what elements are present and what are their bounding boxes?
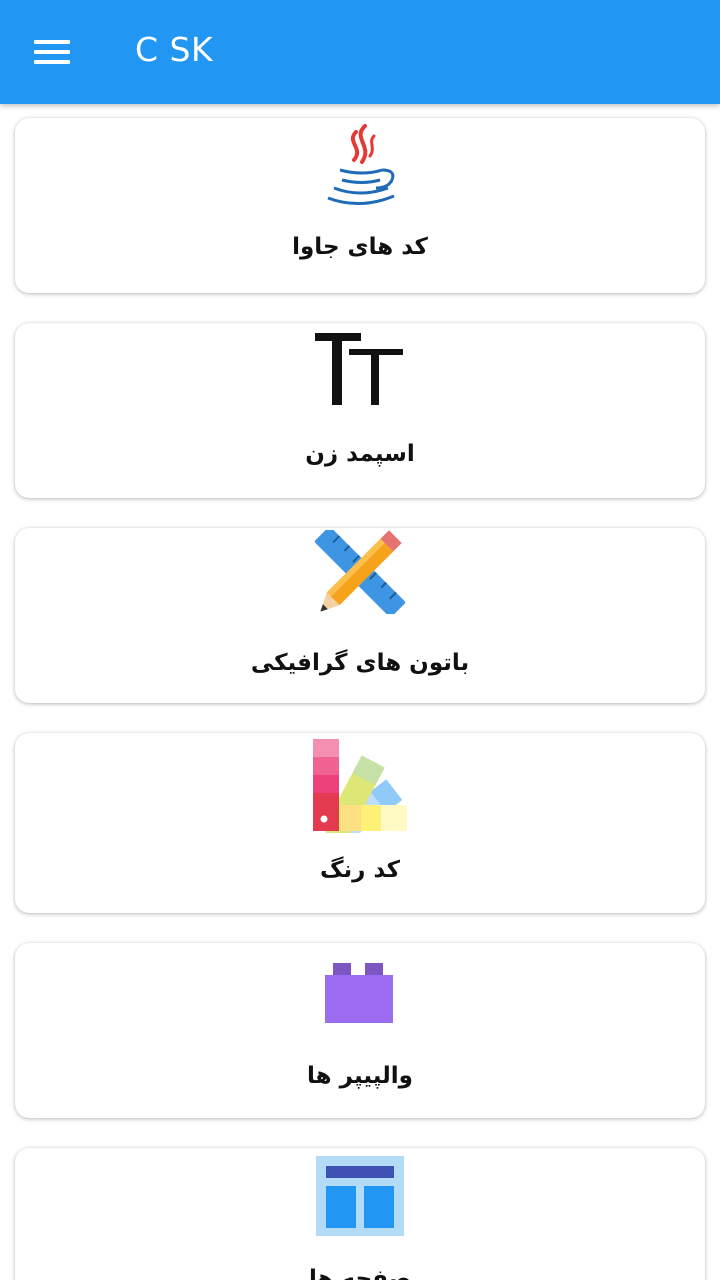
app-bar: C SK bbox=[0, 0, 720, 104]
card-label: کد رنگ bbox=[319, 857, 401, 883]
card-pages[interactable]: صفحه ها bbox=[15, 1148, 705, 1280]
lego-block-icon bbox=[325, 963, 393, 1023]
pencil-ruler-icon bbox=[315, 530, 405, 614]
app-title: C SK bbox=[135, 30, 214, 69]
category-list[interactable]: کد های جاوا اسپمد زن باتون های گرافیکی ک… bbox=[0, 104, 720, 1280]
card-label: اسپمد زن bbox=[305, 441, 415, 467]
card-color-codes[interactable]: کد رنگ bbox=[15, 733, 705, 913]
color-palette-icon bbox=[313, 739, 407, 833]
card-graphic-buttons[interactable]: باتون های گرافیکی bbox=[15, 528, 705, 703]
text-size-icon bbox=[315, 333, 403, 405]
menu-icon[interactable] bbox=[22, 26, 82, 78]
layout-icon bbox=[316, 1156, 404, 1236]
card-label: کد های جاوا bbox=[292, 234, 428, 260]
card-label: باتون های گرافیکی bbox=[250, 650, 470, 676]
card-label: صفحه ها bbox=[309, 1266, 411, 1280]
card-java-codes[interactable]: کد های جاوا bbox=[15, 118, 705, 293]
java-icon bbox=[327, 124, 395, 206]
card-label: والپیپر ها bbox=[307, 1063, 413, 1089]
card-spammer[interactable]: اسپمد زن bbox=[15, 323, 705, 498]
card-wallpapers[interactable]: والپیپر ها bbox=[15, 943, 705, 1118]
